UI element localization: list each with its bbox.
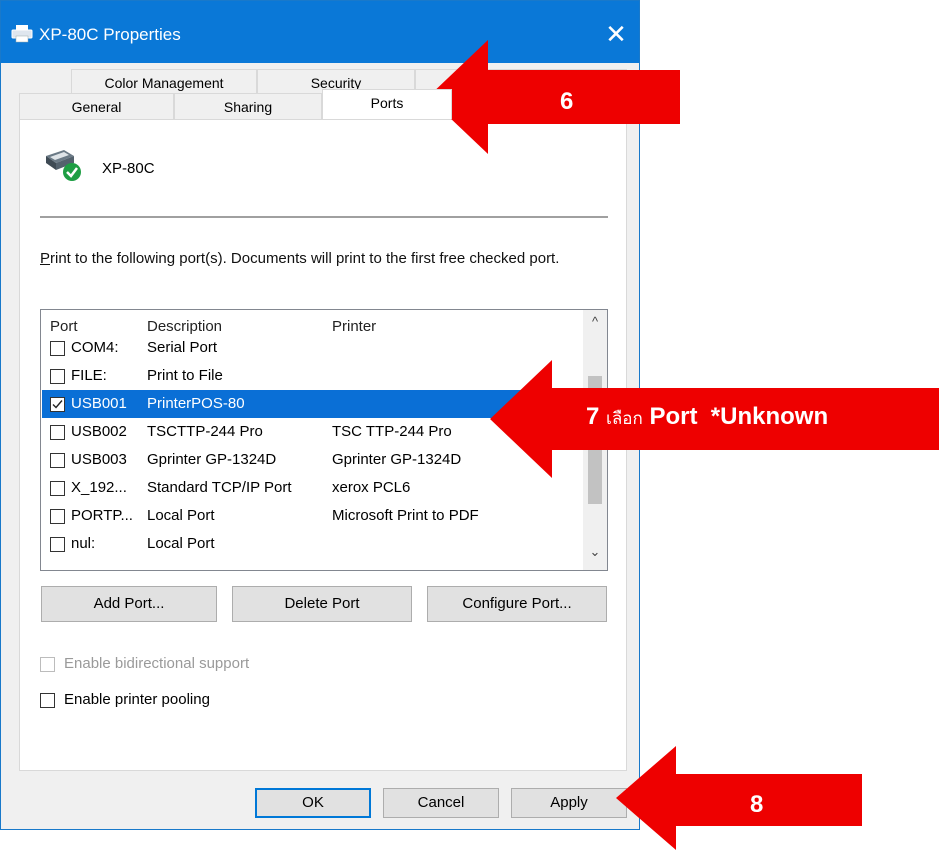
description-cell: Print to File	[147, 367, 223, 384]
printer-cell: Gprinter GP-1324D	[332, 451, 462, 468]
scroll-down-icon[interactable]: ⌄	[583, 542, 607, 562]
printer-cell: TSC TTP-244 Pro	[332, 423, 452, 440]
port-row-tcpip[interactable]: X_192... Standard TCP/IP Port xerox PCL6	[42, 474, 580, 502]
bidirectional-label: Enable bidirectional support	[64, 655, 250, 672]
description-cell: Serial Port	[147, 339, 218, 356]
description-cell: PrinterPOS-80	[147, 395, 245, 412]
printer-cell: xerox PCL6	[332, 479, 411, 496]
step-7-thai: เลือก	[606, 409, 643, 428]
port-cell: USB001	[71, 395, 127, 412]
add-port-button[interactable]: Add Port...	[41, 586, 217, 622]
port-checkbox[interactable]	[50, 481, 65, 496]
cancel-button[interactable]: Cancel	[383, 788, 499, 818]
step-8-label: 8	[750, 791, 764, 818]
port-checkbox-checked[interactable]	[50, 397, 65, 412]
port-cell: COM4:	[71, 339, 119, 356]
step-7-label: 7 เลือก Port *Unknown	[586, 403, 828, 432]
port-row-nul[interactable]: nul: Local Port	[42, 530, 580, 558]
port-checkbox[interactable]	[50, 341, 65, 356]
port-checkbox[interactable]	[50, 509, 65, 524]
step-8-arrow	[616, 746, 862, 850]
description-cell: Standard TCP/IP Port	[147, 479, 292, 496]
printer-name: XP-80C	[102, 160, 155, 177]
divider	[40, 216, 608, 218]
pooling-label: Enable printer pooling	[64, 691, 210, 708]
port-checkbox[interactable]	[50, 453, 65, 468]
step-7-text: Port *Unknown	[649, 403, 829, 430]
port-checkbox[interactable]	[50, 425, 65, 440]
tab-label: Ports	[370, 95, 404, 111]
checkmark-icon	[52, 400, 63, 409]
scroll-up-icon[interactable]: ^	[583, 312, 607, 332]
tab-label: Color Management	[104, 75, 224, 91]
description-cell: Gprinter GP-1324D	[147, 451, 277, 468]
step-6-arrow	[428, 40, 680, 154]
column-header-port[interactable]: Port	[50, 318, 78, 335]
port-cell: USB003	[71, 451, 127, 468]
port-cell: FILE:	[71, 367, 107, 384]
ports-description: Print to the following port(s). Document…	[40, 248, 600, 270]
description-cell: TSCTTP-244 Pro	[147, 423, 263, 440]
tab-label: General	[71, 99, 122, 115]
tab-ports[interactable]: Ports	[322, 89, 452, 119]
tab-sharing[interactable]: Sharing	[174, 93, 322, 119]
step-7-number: 7	[586, 403, 600, 430]
printer-icon	[11, 25, 33, 43]
port-cell: X_192...	[71, 479, 127, 496]
bidirectional-checkbox[interactable]	[40, 657, 55, 672]
column-header-printer[interactable]: Printer	[332, 318, 376, 335]
description-cell: Local Port	[147, 535, 215, 552]
pooling-checkbox[interactable]	[40, 693, 55, 708]
printer-cell: Microsoft Print to PDF	[332, 507, 479, 524]
step-6-label: 6	[560, 88, 574, 115]
window-title: XP-80C Properties	[39, 25, 181, 44]
port-row-com4[interactable]: COM4: Serial Port	[42, 334, 580, 362]
tab-general[interactable]: General	[19, 93, 174, 119]
tab-color-management[interactable]: Color Management	[71, 69, 257, 95]
apply-button[interactable]: Apply	[511, 788, 627, 818]
port-cell: USB002	[71, 423, 127, 440]
description-text: rint to the following port(s). Documents…	[50, 250, 560, 267]
description-access-key: P	[40, 250, 51, 267]
column-header-description[interactable]: Description	[147, 318, 222, 335]
ok-button[interactable]: OK	[255, 788, 371, 818]
printer-ready-icon	[42, 146, 82, 182]
port-checkbox[interactable]	[50, 369, 65, 384]
tab-label: Sharing	[223, 99, 273, 115]
description-cell: Local Port	[147, 507, 215, 524]
delete-port-button[interactable]: Delete Port	[232, 586, 412, 622]
configure-port-button[interactable]: Configure Port...	[427, 586, 607, 622]
port-cell: PORTP...	[71, 507, 133, 524]
port-checkbox[interactable]	[50, 537, 65, 552]
port-row-portprompt[interactable]: PORTP... Local Port Microsoft Print to P…	[42, 502, 580, 530]
port-cell: nul:	[71, 535, 96, 552]
